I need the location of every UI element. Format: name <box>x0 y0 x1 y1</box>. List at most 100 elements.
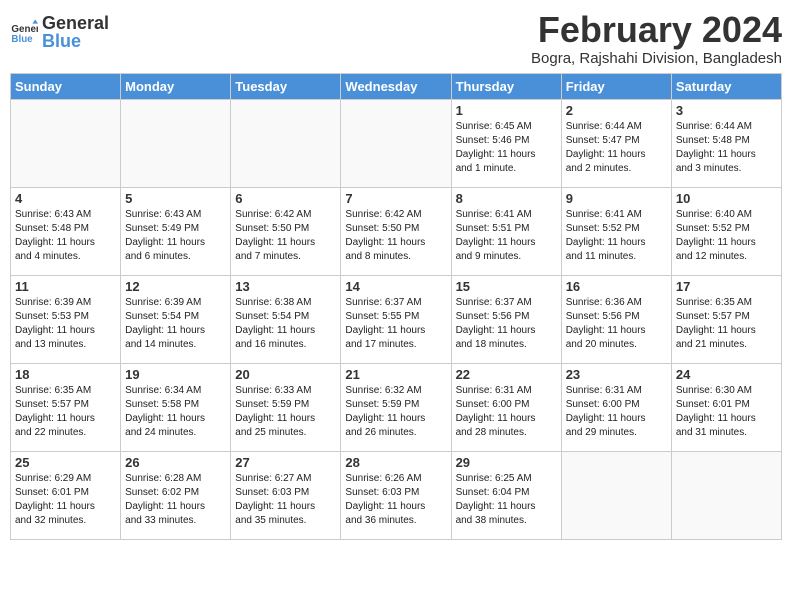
calendar-cell: 26 Sunrise: 6:28 AM Sunset: 6:02 PM Dayli… <box>121 451 231 539</box>
day-number: 16 <box>566 279 667 294</box>
day-info: Sunrise: 6:39 AM Sunset: 5:53 PM Dayligh… <box>15 296 116 352</box>
calendar-cell: 10Sunrise: 6:40 AM Sunset: 5:52 PM Dayli… <box>671 187 781 275</box>
day-number: 29 <box>456 455 557 470</box>
header: General Blue General Blue February 2024 … <box>10 10 782 67</box>
day-info: Sunrise: 6:44 AM Sunset: 5:47 PM Dayligh… <box>566 120 667 176</box>
day-number: 9 <box>566 191 667 206</box>
calendar-cell: 16Sunrise: 6:36 AM Sunset: 5:56 PM Dayli… <box>561 275 671 363</box>
logo-general-text: General <box>42 14 109 32</box>
day-number: 4 <box>15 191 116 206</box>
calendar-cell <box>121 99 231 187</box>
calendar-title: February 2024 <box>531 10 782 50</box>
day-info: Sunrise: 6:42 AM Sunset: 5:50 PM Dayligh… <box>235 208 336 264</box>
calendar-week-row: 18 Sunrise: 6:35 AM Sunset: 5:57 PM Dayli… <box>11 363 782 451</box>
day-info: Sunrise: 6:41 AM Sunset: 5:51 PM Dayligh… <box>456 208 557 264</box>
day-number: 13 <box>235 279 336 294</box>
calendar-cell: 12 Sunrise: 6:39 AM Sunset: 5:54 PM Dayli… <box>121 275 231 363</box>
day-number: 25 <box>15 455 116 470</box>
logo-icon: General Blue <box>10 18 38 46</box>
day-number: 1 <box>456 103 557 118</box>
day-number: 27 <box>235 455 336 470</box>
day-info: Sunrise: 6:44 AM Sunset: 5:48 PM Dayligh… <box>676 120 777 176</box>
calendar-day-header: Tuesday <box>231 73 341 99</box>
day-number: 20 <box>235 367 336 382</box>
day-number: 22 <box>456 367 557 382</box>
day-number: 12 <box>125 279 226 294</box>
logo: General Blue General Blue <box>10 14 109 50</box>
day-number: 2 <box>566 103 667 118</box>
day-info: Sunrise: 6:27 AM Sunset: 6:03 PM Dayligh… <box>235 472 336 528</box>
day-info: Sunrise: 6:32 AM Sunset: 5:59 PM Dayligh… <box>345 384 446 440</box>
day-number: 21 <box>345 367 446 382</box>
day-info: Sunrise: 6:42 AM Sunset: 5:50 PM Dayligh… <box>345 208 446 264</box>
day-info: Sunrise: 6:34 AM Sunset: 5:58 PM Dayligh… <box>125 384 226 440</box>
day-info: Sunrise: 6:28 AM Sunset: 6:02 PM Dayligh… <box>125 472 226 528</box>
calendar-cell: 25 Sunrise: 6:29 AM Sunset: 6:01 PM Dayli… <box>11 451 121 539</box>
calendar-cell: 28 Sunrise: 6:26 AM Sunset: 6:03 PM Dayli… <box>341 451 451 539</box>
day-info: Sunrise: 6:26 AM Sunset: 6:03 PM Dayligh… <box>345 472 446 528</box>
calendar-cell: 24 Sunrise: 6:30 AM Sunset: 6:01 PM Dayli… <box>671 363 781 451</box>
day-number: 14 <box>345 279 446 294</box>
day-number: 17 <box>676 279 777 294</box>
day-number: 18 <box>15 367 116 382</box>
day-info: Sunrise: 6:37 AM Sunset: 5:55 PM Dayligh… <box>345 296 446 352</box>
day-info: Sunrise: 6:33 AM Sunset: 5:59 PM Dayligh… <box>235 384 336 440</box>
calendar-cell: 9 Sunrise: 6:41 AM Sunset: 5:52 PM Daylig… <box>561 187 671 275</box>
calendar-table: SundayMondayTuesdayWednesdayThursdayFrid… <box>10 73 782 540</box>
calendar-cell: 11 Sunrise: 6:39 AM Sunset: 5:53 PM Dayli… <box>11 275 121 363</box>
calendar-subtitle: Bogra, Rajshahi Division, Bangladesh <box>531 50 782 67</box>
day-number: 11 <box>15 279 116 294</box>
day-info: Sunrise: 6:29 AM Sunset: 6:01 PM Dayligh… <box>15 472 116 528</box>
calendar-cell: 20 Sunrise: 6:33 AM Sunset: 5:59 PM Dayli… <box>231 363 341 451</box>
day-info: Sunrise: 6:41 AM Sunset: 5:52 PM Dayligh… <box>566 208 667 264</box>
day-info: Sunrise: 6:31 AM Sunset: 6:00 PM Dayligh… <box>456 384 557 440</box>
calendar-cell: 15 Sunrise: 6:37 AM Sunset: 5:56 PM Dayli… <box>451 275 561 363</box>
day-info: Sunrise: 6:25 AM Sunset: 6:04 PM Dayligh… <box>456 472 557 528</box>
calendar-cell: 2 Sunrise: 6:44 AM Sunset: 5:47 PM Daylig… <box>561 99 671 187</box>
day-info: Sunrise: 6:30 AM Sunset: 6:01 PM Dayligh… <box>676 384 777 440</box>
calendar-cell: 29 Sunrise: 6:25 AM Sunset: 6:04 PM Dayli… <box>451 451 561 539</box>
day-number: 15 <box>456 279 557 294</box>
calendar-cell: 27 Sunrise: 6:27 AM Sunset: 6:03 PM Dayli… <box>231 451 341 539</box>
day-number: 28 <box>345 455 446 470</box>
calendar-cell: 1Sunrise: 6:45 AM Sunset: 5:46 PM Daylig… <box>451 99 561 187</box>
day-number: 26 <box>125 455 226 470</box>
calendar-cell: 18 Sunrise: 6:35 AM Sunset: 5:57 PM Dayli… <box>11 363 121 451</box>
day-info: Sunrise: 6:43 AM Sunset: 5:49 PM Dayligh… <box>125 208 226 264</box>
day-info: Sunrise: 6:39 AM Sunset: 5:54 PM Dayligh… <box>125 296 226 352</box>
day-info: Sunrise: 6:37 AM Sunset: 5:56 PM Dayligh… <box>456 296 557 352</box>
calendar-cell: 17Sunrise: 6:35 AM Sunset: 5:57 PM Dayli… <box>671 275 781 363</box>
calendar-week-row: 25 Sunrise: 6:29 AM Sunset: 6:01 PM Dayli… <box>11 451 782 539</box>
calendar-cell <box>231 99 341 187</box>
calendar-day-header: Sunday <box>11 73 121 99</box>
day-info: Sunrise: 6:43 AM Sunset: 5:48 PM Dayligh… <box>15 208 116 264</box>
calendar-cell: 21 Sunrise: 6:32 AM Sunset: 5:59 PM Dayli… <box>341 363 451 451</box>
day-number: 8 <box>456 191 557 206</box>
calendar-cell: 14 Sunrise: 6:37 AM Sunset: 5:55 PM Dayli… <box>341 275 451 363</box>
calendar-cell <box>671 451 781 539</box>
svg-text:Blue: Blue <box>11 34 33 45</box>
calendar-week-row: 11 Sunrise: 6:39 AM Sunset: 5:53 PM Dayli… <box>11 275 782 363</box>
calendar-day-header: Friday <box>561 73 671 99</box>
day-info: Sunrise: 6:40 AM Sunset: 5:52 PM Dayligh… <box>676 208 777 264</box>
calendar-cell: 19Sunrise: 6:34 AM Sunset: 5:58 PM Dayli… <box>121 363 231 451</box>
day-info: Sunrise: 6:31 AM Sunset: 6:00 PM Dayligh… <box>566 384 667 440</box>
calendar-cell: 6 Sunrise: 6:42 AM Sunset: 5:50 PM Daylig… <box>231 187 341 275</box>
calendar-cell: 22 Sunrise: 6:31 AM Sunset: 6:00 PM Dayli… <box>451 363 561 451</box>
day-info: Sunrise: 6:38 AM Sunset: 5:54 PM Dayligh… <box>235 296 336 352</box>
calendar-day-header: Thursday <box>451 73 561 99</box>
calendar-day-header: Wednesday <box>341 73 451 99</box>
calendar-week-row: 1Sunrise: 6:45 AM Sunset: 5:46 PM Daylig… <box>11 99 782 187</box>
calendar-cell: 7Sunrise: 6:42 AM Sunset: 5:50 PM Daylig… <box>341 187 451 275</box>
calendar-day-header: Monday <box>121 73 231 99</box>
calendar-cell: 3Sunrise: 6:44 AM Sunset: 5:48 PM Daylig… <box>671 99 781 187</box>
calendar-cell: 13 Sunrise: 6:38 AM Sunset: 5:54 PM Dayli… <box>231 275 341 363</box>
calendar-cell: 4 Sunrise: 6:43 AM Sunset: 5:48 PM Daylig… <box>11 187 121 275</box>
calendar-cell <box>11 99 121 187</box>
calendar-cell <box>341 99 451 187</box>
day-info: Sunrise: 6:35 AM Sunset: 5:57 PM Dayligh… <box>15 384 116 440</box>
day-number: 6 <box>235 191 336 206</box>
calendar-cell: 23Sunrise: 6:31 AM Sunset: 6:00 PM Dayli… <box>561 363 671 451</box>
day-number: 24 <box>676 367 777 382</box>
title-area: February 2024 Bogra, Rajshahi Division, … <box>531 10 782 67</box>
